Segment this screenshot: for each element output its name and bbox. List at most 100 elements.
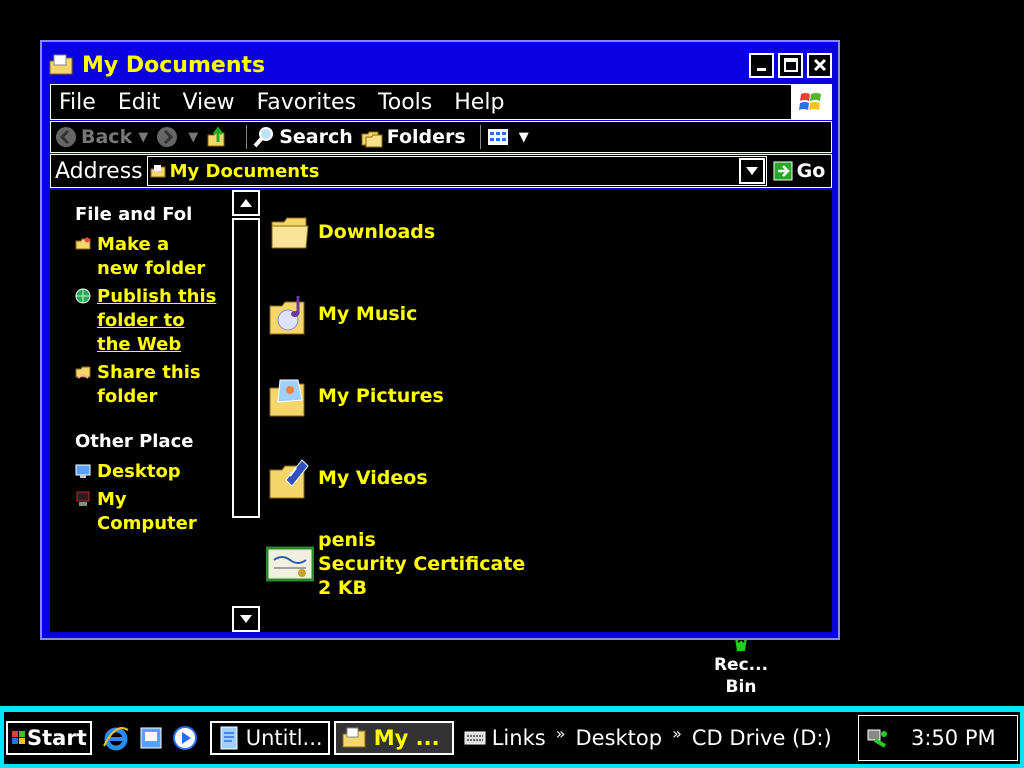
search-button[interactable]: Search: [253, 126, 353, 148]
forward-button[interactable]: ▼: [156, 126, 198, 148]
file-item-my-videos[interactable]: My Videos: [264, 454, 428, 502]
music-folder-icon: [269, 296, 305, 335]
address-input[interactable]: My Documents: [146, 156, 767, 186]
scroll-down-button[interactable]: [232, 606, 260, 632]
minimize-icon: [756, 68, 766, 71]
views-dropdown-icon[interactable]: ▼: [519, 130, 529, 145]
recycle-bin-desktop-icon[interactable]: Rec... Bin: [700, 632, 782, 698]
file-folder-tasks-heading[interactable]: File and Fol: [75, 204, 230, 225]
place-label: My Computer: [97, 489, 197, 534]
place-my-computer[interactable]: My Computer: [75, 488, 230, 536]
other-places-heading[interactable]: Other Place: [75, 431, 230, 452]
title-bar[interactable]: My Documents: [48, 48, 832, 82]
file-name: penis: [318, 529, 376, 551]
recycle-bin-label: Rec... Bin: [713, 655, 769, 697]
double-chevron-icon[interactable]: »: [556, 724, 566, 743]
file-name: My Videos: [318, 467, 428, 489]
document-icon: [220, 726, 238, 750]
menu-bar: File Edit View Favorites Tools Help: [50, 84, 832, 120]
file-name: Downloads: [318, 221, 436, 243]
file-item-certificate[interactable]: penis Security Certificate 2 KB: [264, 528, 525, 600]
views-icon: [487, 129, 508, 145]
search-label: Search: [279, 126, 353, 148]
back-arrow-icon: [56, 127, 76, 147]
task-publish-folder[interactable]: Publish this folder to the Web: [75, 285, 230, 357]
file-name: My Pictures: [318, 385, 444, 407]
links-toolbar[interactable]: Links: [492, 726, 546, 750]
file-item-my-music[interactable]: My Music: [264, 290, 417, 338]
task-button-my-documents[interactable]: My ...: [333, 721, 454, 755]
menu-help[interactable]: Help: [454, 90, 504, 115]
forward-dropdown-icon[interactable]: ▼: [188, 130, 198, 145]
task-label: Share this folder: [97, 362, 201, 407]
folder-icon: [271, 217, 309, 249]
address-label: Address: [55, 158, 143, 184]
folders-label: Folders: [386, 126, 466, 148]
file-item-downloads[interactable]: Downloads: [264, 208, 435, 256]
address-bar: Address My Documents Go: [50, 154, 832, 188]
start-button[interactable]: Start: [6, 721, 92, 755]
menu-view[interactable]: View: [182, 90, 234, 115]
my-documents-icon: [49, 54, 73, 75]
menu-favorites[interactable]: Favorites: [257, 90, 356, 115]
task-label: Publish this folder to the Web: [97, 286, 217, 355]
search-icon: [253, 127, 274, 148]
up-folder-button[interactable]: [206, 126, 232, 148]
chevron-down-icon: [745, 167, 758, 175]
file-item-my-pictures[interactable]: My Pictures: [264, 372, 444, 420]
forward-arrow-icon: [157, 127, 178, 147]
task-pane: File and Fol Make a new folder Publish t…: [50, 190, 230, 632]
file-name: My Music: [318, 303, 418, 325]
windows-logo-icon: [791, 85, 831, 119]
minimize-button[interactable]: [749, 52, 774, 78]
window-title: My Documents: [82, 52, 266, 78]
maximize-icon: [783, 58, 798, 72]
scroll-up-button[interactable]: [232, 190, 260, 216]
folders-icon: [361, 131, 383, 148]
chevron-up-icon: [240, 199, 252, 207]
file-list: Downloads My Music My Pictures My Videos…: [264, 190, 832, 632]
task-label: My ...: [373, 726, 440, 750]
task-label: Make a new folder: [97, 234, 206, 279]
back-label: Back: [81, 126, 133, 148]
desktop-toolbar[interactable]: Desktop: [575, 726, 662, 750]
network-tray-icon[interactable]: [865, 726, 889, 750]
toolbar-separator: [479, 125, 481, 149]
folders-button[interactable]: Folders: [361, 126, 466, 148]
standard-toolbar: Back ▼ ▼ Search Folders ▼: [50, 121, 832, 153]
my-computer-icon: [76, 491, 90, 506]
internet-explorer-icon[interactable]: [102, 724, 130, 752]
scroll-thumb[interactable]: [232, 218, 260, 518]
menu-edit[interactable]: Edit: [118, 90, 161, 115]
globe-icon: [75, 288, 91, 304]
share-folder-icon: [75, 366, 91, 379]
task-pane-scrollbar[interactable]: [232, 190, 260, 632]
close-button[interactable]: [807, 52, 832, 78]
my-documents-small-icon: [150, 165, 166, 178]
clock[interactable]: 3:50 PM: [911, 726, 996, 750]
address-dropdown-button[interactable]: [738, 158, 765, 184]
show-desktop-icon[interactable]: [138, 725, 164, 751]
task-share-folder[interactable]: Share this folder: [75, 361, 230, 409]
media-player-icon[interactable]: [172, 725, 198, 751]
go-button[interactable]: Go: [773, 160, 826, 182]
task-make-new-folder[interactable]: Make a new folder: [75, 233, 230, 281]
new-folder-icon: [75, 237, 91, 250]
go-label: Go: [796, 160, 826, 182]
system-tray: 3:50 PM: [858, 715, 1018, 761]
content-area: File and Fol Make a new folder Publish t…: [50, 190, 832, 632]
back-button[interactable]: Back ▼: [55, 126, 148, 148]
windows-flag-icon: [12, 731, 25, 744]
place-desktop[interactable]: Desktop: [75, 460, 230, 484]
menu-tools[interactable]: Tools: [378, 90, 432, 115]
keyboard-icon: [464, 731, 486, 745]
back-dropdown-icon[interactable]: ▼: [138, 130, 148, 145]
views-button[interactable]: ▼: [487, 127, 529, 147]
task-button-untitled[interactable]: Untitl...: [209, 721, 330, 755]
start-label: Start: [27, 726, 87, 750]
cd-drive-toolbar[interactable]: CD Drive (D:): [692, 726, 832, 750]
maximize-button[interactable]: [778, 52, 803, 78]
my-documents-task-icon: [342, 727, 366, 748]
double-chevron-icon[interactable]: »: [672, 724, 682, 743]
menu-file[interactable]: File: [59, 90, 96, 115]
